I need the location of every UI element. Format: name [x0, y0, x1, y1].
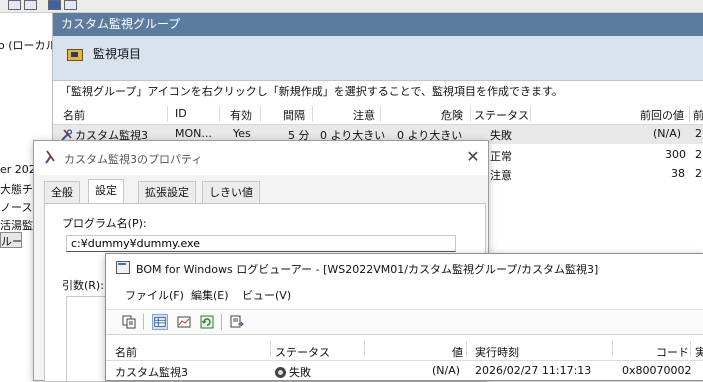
toolbar-icon-2[interactable]	[24, 0, 37, 10]
tree-node-selected-group[interactable]: ループ	[0, 232, 22, 248]
group-header: カスタム監視グループ	[53, 13, 703, 36]
toolbar-icon-4[interactable]	[64, 0, 77, 10]
col-id[interactable]: ID	[175, 107, 187, 120]
col-enabled[interactable]: 有効	[230, 107, 252, 123]
dialog-title: カスタム監視3のプロパティ	[64, 153, 203, 166]
hint-text: 「監視グループ」アイコンを右クリックし「新規作成」を選択することで、監視項目を作…	[60, 85, 563, 98]
log-row-status-cell: 失敗	[275, 364, 311, 380]
log-row[interactable]: カスタム監視3 失敗 (N/A) 2026/02/27 11:17:13 0x8…	[106, 361, 703, 380]
table-view-icon[interactable]	[152, 314, 168, 330]
tools-icon	[45, 150, 55, 164]
monitor-grid-header: 名前 ID 有効 間隔 注意 危険 ステータス 前回の値 前	[53, 104, 703, 125]
log-col-value[interactable]: 値	[452, 344, 463, 360]
row-last-value: (N/A)	[653, 127, 682, 140]
log-row-code: 0x80070002	[622, 364, 692, 377]
refresh-icon[interactable]	[199, 314, 215, 330]
row-enabled: Yes	[233, 127, 251, 140]
log-row-value: (N/A)	[432, 364, 461, 377]
col-interval[interactable]: 間隔	[283, 107, 305, 123]
row-last-value: 38	[671, 167, 685, 180]
row-extra: 2	[695, 167, 702, 180]
log-col-name[interactable]: 名前	[115, 344, 137, 360]
log-row-status: 失敗	[289, 366, 311, 379]
col-status[interactable]: ステータス	[474, 107, 529, 123]
viewer-toolbar	[106, 309, 703, 335]
main-toolbar	[0, 0, 703, 13]
col-last-value[interactable]: 前回の値	[640, 107, 684, 123]
tab-general[interactable]: 全般	[44, 181, 80, 203]
col-name[interactable]: 名前	[63, 107, 85, 123]
log-col-time[interactable]: 実行時刻	[475, 344, 519, 360]
row-status: 正常	[490, 150, 512, 163]
log-col-status[interactable]: ステータス	[275, 344, 330, 360]
menu-view[interactable]: ビュー(V)	[242, 287, 291, 303]
copy-icon[interactable]	[121, 314, 137, 330]
row-status: 失敗	[490, 129, 512, 142]
log-col-extra[interactable]: 実	[695, 344, 703, 360]
log-viewer-window: BOM for Windows ログビューアー - [WS2022VM01/カス…	[105, 253, 703, 381]
tree-node-local[interactable]: o (ローカル)	[0, 37, 52, 53]
tab-extended[interactable]: 拡張設定	[138, 181, 196, 203]
items-header-title: 監視項目	[93, 47, 142, 61]
menu-file[interactable]: ファイル(F)	[125, 287, 184, 303]
items-header: 監視項目	[53, 36, 703, 81]
export-icon[interactable]	[229, 314, 245, 330]
program-input[interactable]	[66, 235, 456, 252]
row-id: MON...	[175, 127, 212, 140]
row-last-value: 300	[665, 148, 686, 161]
log-grid-header: 名前 ステータス 値 実行時刻 コード 実	[106, 338, 703, 361]
row-status: 注意	[490, 169, 512, 182]
args-label: 引数(R):	[62, 279, 104, 292]
folder-icon	[67, 49, 83, 61]
viewer-title: BOM for Windows ログビューアー - [WS2022VM01/カス…	[136, 263, 599, 276]
tab-threshold[interactable]: しきい値	[202, 181, 260, 203]
app-icon	[116, 261, 130, 274]
row-extra: 2	[695, 148, 702, 161]
col-warn[interactable]: 注意	[353, 107, 375, 123]
log-row-time: 2026/02/27 11:17:13	[475, 364, 592, 377]
col-extra[interactable]: 前	[693, 107, 703, 123]
toolbar-icon-3[interactable]	[48, 0, 61, 10]
log-row-name: カスタム監視3	[115, 366, 188, 379]
menu-edit[interactable]: 編集(E)	[191, 287, 229, 303]
row-extra: 2	[695, 127, 702, 140]
col-danger[interactable]: 危険	[441, 107, 463, 123]
viewer-titlebar: BOM for Windows ログビューアー - [WS2022VM01/カス…	[106, 254, 703, 281]
dialog-titlebar: カスタム監視3のプロパティ ✕	[34, 141, 488, 175]
program-label: プログラム名(P):	[62, 217, 147, 230]
toolbar-icon-1[interactable]	[8, 0, 21, 10]
fail-icon	[275, 367, 286, 378]
tab-settings[interactable]: 設定	[88, 179, 124, 203]
graph-view-icon[interactable]	[176, 314, 192, 330]
close-icon[interactable]: ✕	[464, 148, 482, 166]
log-col-code[interactable]: コード	[656, 344, 689, 360]
